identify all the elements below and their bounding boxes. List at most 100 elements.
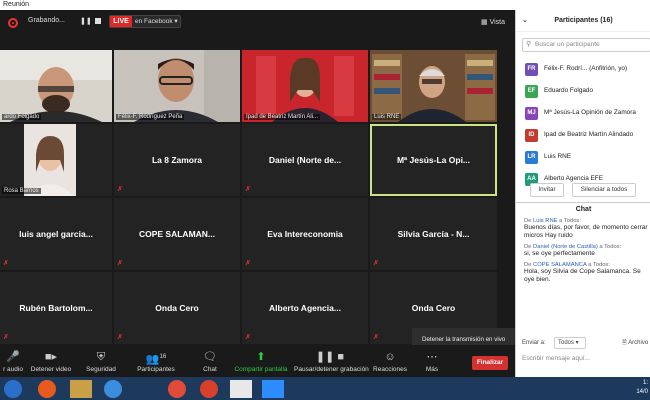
end-meeting-button[interactable]: Finalizar <box>472 356 508 370</box>
video-tile[interactable]: Félix-F. Rodríguez Peña <box>114 50 240 122</box>
muted-mic-icon: ✗ <box>245 186 251 193</box>
video-tile[interactable]: Rosa Barrios <box>0 124 112 196</box>
avatar: LR <box>525 151 538 164</box>
muted-mic-icon: ✗ <box>245 334 251 341</box>
chat-header: Chat <box>516 202 650 216</box>
chat-icon: 🗨 <box>203 351 217 363</box>
system-clock: 1: 14/0 <box>636 380 648 395</box>
chat-message: De COPE SALAMANCA a Todos: Hola, soy Sil… <box>524 262 650 284</box>
ie-icon[interactable] <box>4 380 22 398</box>
chrome-icon[interactable] <box>168 380 186 398</box>
participant-list: FR Félix-F. Rodrí... (Anfitrión, yo) EF … <box>522 59 650 191</box>
message-text: si, se oye perfectamente <box>524 250 595 257</box>
chat-message: De Luis RNE a Todos: Buenos días, por fa… <box>524 218 650 240</box>
participant-name: Eduardo Folgado <box>544 87 594 94</box>
camera-icon: ■▸ <box>44 351 58 363</box>
file-button[interactable]: 🗎 Archivo <box>622 336 648 350</box>
tile-name: Mª Jesús-La Opi... <box>396 155 471 165</box>
invite-button[interactable]: Invitar <box>530 183 564 197</box>
share-screen-icon: ⬆ <box>256 351 266 363</box>
participant-row[interactable]: EF Eduardo Folgado <box>522 81 650 103</box>
participant-row[interactable]: ID Ipad de Beatriz Martín Alindado <box>522 125 650 147</box>
muted-mic-icon: ✗ <box>373 260 379 267</box>
microphone-icon: 🎤 <box>6 351 20 363</box>
muted-mic-icon: ✗ <box>117 260 123 267</box>
zoom-icon[interactable] <box>262 380 284 398</box>
avatar: FR <box>525 63 538 76</box>
record-icon <box>8 18 18 28</box>
video-tile[interactable]: Onda Cero ✗ <box>114 272 240 344</box>
participant-row[interactable]: LR Luis RNE <box>522 147 650 169</box>
video-tile[interactable]: Rubén Bartolom... ✗ <box>0 272 112 344</box>
muted-mic-icon: ✗ <box>3 260 9 267</box>
ie-icon[interactable] <box>104 380 122 398</box>
pause-icon: ❚❚ ■ <box>315 351 345 363</box>
muted-mic-icon: ✗ <box>117 334 123 341</box>
folder-icon[interactable] <box>70 380 92 398</box>
security-button[interactable]: ⛨ Seguridad <box>84 345 118 378</box>
participant-video <box>370 50 497 122</box>
video-tile[interactable]: Eva Intereconomia ✗ <box>242 198 368 270</box>
video-tile[interactable]: La 8 Zamora ✗ <box>114 124 240 196</box>
participant-name: Mª Jesús-La Opinión de Zamora <box>544 109 636 116</box>
live-destination: en Facebook ▾ <box>135 18 178 25</box>
video-tile[interactable]: Alberto Agencia... ✗ <box>242 272 368 344</box>
app-icon[interactable] <box>200 380 218 398</box>
window-title: Reunión <box>0 0 650 10</box>
live-badge[interactable]: LIVE en Facebook ▾ <box>109 15 181 28</box>
send-to-row: Enviar a: Todos ▾ 🗎 Archivo <box>522 336 650 350</box>
tile-caption: ardo Folgado <box>2 114 42 120</box>
video-tile[interactable]: ardo Folgado <box>0 50 112 122</box>
more-icon: ⋯ <box>426 351 438 363</box>
video-tile[interactable]: Ipad de Beatriz Martín Ali... <box>242 50 368 122</box>
message-text: Buenos días, por favor, de momento cerra… <box>524 224 648 239</box>
tile-name: Daniel (Norte de... <box>268 155 342 165</box>
send-to-select[interactable]: Todos ▾ <box>554 337 586 349</box>
participant-name: Félix-F. Rodrí... (Anfitrión, yo) <box>544 65 628 72</box>
chat-button[interactable]: 🗨 Chat <box>198 345 222 378</box>
taskbar: 1: 14/0 <box>0 377 650 400</box>
stop-video-button[interactable]: ■▸ Detener video <box>28 345 74 378</box>
muted-mic-icon: ✗ <box>117 186 123 193</box>
stop-recording-icon[interactable] <box>95 18 101 24</box>
muted-mic-icon: ✗ <box>245 260 251 267</box>
live-label: LIVE <box>110 16 132 27</box>
video-tile[interactable]: Daniel (Norte de... ✗ <box>242 124 368 196</box>
video-tile[interactable]: Luis RNE <box>370 50 497 122</box>
app-icon[interactable] <box>38 380 56 398</box>
message-text: Hola, soy Silvia de Cope Salamanca. Se o… <box>524 268 641 283</box>
pause-stop-recording-button[interactable]: ❚❚ ■ Pausar/detener grabación <box>294 345 369 378</box>
video-tile-active-speaker[interactable]: Mª Jesús-La Opi... <box>370 124 497 196</box>
chevron-down-icon[interactable]: ⌄ <box>522 10 528 32</box>
app-icon[interactable] <box>230 380 252 398</box>
participant-row[interactable]: MJ Mª Jesús-La Opinión de Zamora <box>522 103 650 125</box>
people-icon: 👥16 <box>145 353 167 366</box>
pause-recording-icon[interactable]: ❚❚ <box>80 17 92 25</box>
send-to-label: Enviar a: <box>522 340 546 346</box>
smile-icon: ☺ <box>384 351 396 363</box>
participant-video <box>0 50 112 122</box>
video-tile[interactable]: luis angel garcia... ✗ <box>0 198 112 270</box>
tile-name: luis angel garcia... <box>19 229 93 239</box>
tile-name: Onda Cero <box>411 303 456 313</box>
meeting-area: Grabando... ❚❚ LIVE en Facebook ▾ ▦ Vist… <box>0 10 515 377</box>
audio-button[interactable]: 🎤 r audio <box>0 345 26 378</box>
participant-search-input[interactable]: ⚲ Buscar un participante <box>522 38 650 52</box>
reactions-button[interactable]: ☺ Reacciones <box>372 345 408 378</box>
share-screen-button[interactable]: ⬆ Compartir pantalla <box>232 345 290 378</box>
participants-button[interactable]: 👥16 Participantes <box>134 345 178 378</box>
tile-name: Onda Cero <box>155 303 199 313</box>
participant-name: Luis RNE <box>544 153 571 160</box>
avatar: ID <box>525 129 538 142</box>
more-button[interactable]: ⋯ Más <box>420 345 444 378</box>
tile-name: La 8 Zamora <box>151 155 203 165</box>
participant-row[interactable]: FR Félix-F. Rodrí... (Anfitrión, yo) <box>522 59 650 81</box>
video-tile[interactable]: COPE SALAMAN... ✗ <box>114 198 240 270</box>
video-tile[interactable]: Silvia García - N... ✗ <box>370 198 497 270</box>
mute-all-button[interactable]: Silenciar a todos <box>572 183 636 197</box>
view-button[interactable]: ▦ Vista <box>481 18 505 26</box>
muted-mic-icon: ✗ <box>373 334 379 341</box>
tile-name: Eva Intereconomia <box>267 229 343 239</box>
chat-input[interactable]: Escribir mensaje aquí... <box>522 352 650 366</box>
participant-name: Ipad de Beatriz Martín Alindado <box>544 131 634 138</box>
